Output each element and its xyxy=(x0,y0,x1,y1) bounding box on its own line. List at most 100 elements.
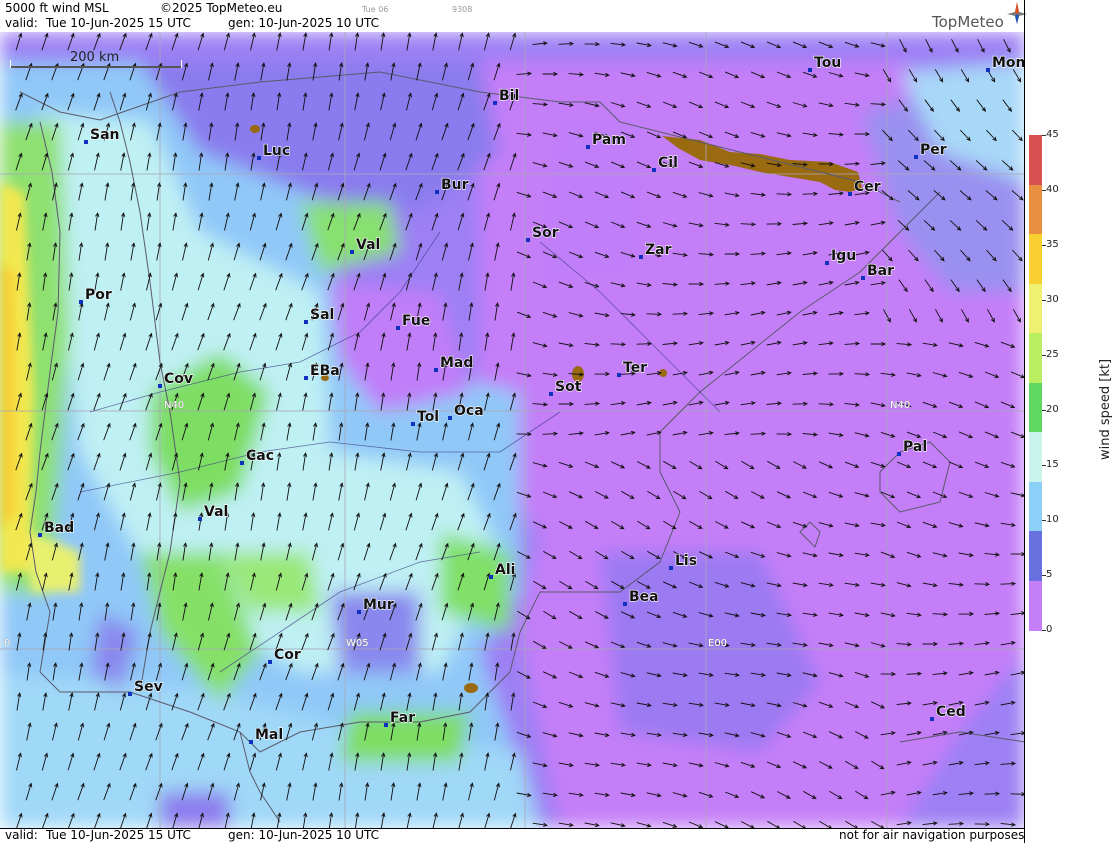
color-bar-segment xyxy=(1029,333,1042,383)
city-marker[interactable]: Cac xyxy=(240,447,275,465)
city-dot xyxy=(268,660,272,664)
city-dot xyxy=(930,717,934,721)
wind-speed-legend: 45 40 35 30 25 20 15 10 5 0 wind speed [kt] xyxy=(1026,129,1117,635)
city-dot xyxy=(897,452,901,456)
legend-tick-label: 20 xyxy=(1046,404,1059,415)
city-label: Sor xyxy=(532,225,559,241)
footer-valid-time: Tue 10-Jun-2025 15 UTC xyxy=(46,828,191,842)
city-label: Val xyxy=(204,504,228,520)
city-label: Far xyxy=(390,710,415,726)
city-label: Bil xyxy=(499,88,519,104)
city-label: Bea xyxy=(629,589,659,605)
city-dot xyxy=(586,145,590,149)
city-marker[interactable]: Mal xyxy=(249,726,284,744)
city-marker[interactable]: Bur xyxy=(435,176,469,194)
city-label: Cer xyxy=(854,179,881,195)
product-title: 5000 ft wind MSL xyxy=(5,1,109,15)
city-dot xyxy=(249,740,253,744)
city-label: Mal xyxy=(255,727,283,743)
city-label: Ced xyxy=(936,704,966,720)
city-dot xyxy=(652,168,656,172)
city-marker[interactable]: Bea xyxy=(623,588,659,606)
city-dot xyxy=(128,692,132,696)
city-dot xyxy=(861,276,865,280)
legend-tick-label: 25 xyxy=(1046,349,1059,360)
city-label: Cil xyxy=(658,155,678,171)
city-label: Fue xyxy=(402,313,430,329)
city-dot xyxy=(198,517,202,521)
city-label: Por xyxy=(85,287,112,303)
city-dot xyxy=(304,376,308,380)
city-label: Sot xyxy=(555,379,582,395)
city-dot xyxy=(396,326,400,330)
city-marker[interactable]: Mon xyxy=(986,54,1025,72)
city-marker[interactable]: Ced xyxy=(930,703,966,721)
city-label: Bad xyxy=(44,520,74,536)
scale-bar: 200 km xyxy=(10,50,182,68)
grid-label-n40-west: N40 xyxy=(164,400,184,411)
city-marker[interactable]: Mad xyxy=(434,354,474,372)
gen-time: gen: 10-Jun-2025 10 UTC xyxy=(228,16,380,30)
legend-tick-label: 40 xyxy=(1046,184,1059,195)
grid-label-e00: E00 xyxy=(708,638,727,649)
tiny-day-label: Tue 06 xyxy=(362,5,389,14)
city-dot xyxy=(669,566,673,570)
city-dot xyxy=(411,422,415,426)
city-label: Sal xyxy=(310,307,334,323)
city-label: Lis xyxy=(675,553,697,569)
city-label: Mur xyxy=(363,597,394,613)
valid-label: valid: xyxy=(5,16,38,30)
city-label: Cac xyxy=(246,448,274,464)
grid-label-n40-east: N40 xyxy=(890,400,910,411)
color-bar-segment xyxy=(1029,234,1042,284)
city-dot xyxy=(808,68,812,72)
color-bar-segment xyxy=(1029,283,1042,334)
city-dot xyxy=(38,533,42,537)
city-label: San xyxy=(90,127,120,143)
city-dot xyxy=(434,368,438,372)
city-dot xyxy=(350,250,354,254)
color-bar-segment xyxy=(1029,580,1042,631)
city-dot xyxy=(158,384,162,388)
grid-label-w05: W05 xyxy=(346,638,369,649)
city-marker[interactable]: Bad xyxy=(38,519,75,537)
color-bar-segment xyxy=(1029,184,1042,235)
city-label: Bur xyxy=(441,177,469,193)
city-marker[interactable]: Sev xyxy=(128,678,163,696)
color-bar-segment xyxy=(1029,382,1042,433)
legend-tick-label: 30 xyxy=(1046,294,1059,305)
city-marker[interactable]: Oca xyxy=(448,402,484,420)
grid-label-edge: 0 xyxy=(4,638,10,649)
legend-title: wind speed [kt] xyxy=(1098,358,1113,460)
city-dot xyxy=(84,140,88,144)
city-label: Tol xyxy=(417,409,439,425)
city-dot xyxy=(357,610,361,614)
city-label: Pal xyxy=(903,439,927,455)
city-label: Ali xyxy=(495,562,515,578)
wind-map[interactable]: N40 N40 W05 E00 0 Tou Mon Bil San Luc Pam Cil C… xyxy=(0,32,1025,828)
tiny-code-label: 9308 xyxy=(452,5,473,14)
footer-disclaimer: not for air navigation purposes xyxy=(839,828,1025,842)
city-label: Bar xyxy=(867,263,894,279)
topmeteo-logo[interactable]: TopMeteo xyxy=(932,13,1004,31)
city-dot xyxy=(848,192,852,196)
city-marker[interactable]: Pam xyxy=(586,131,627,149)
footer-gen-time: gen: 10-Jun-2025 10 UTC xyxy=(228,828,380,842)
city-label: Sev xyxy=(134,679,163,695)
city-marker[interactable]: Cov xyxy=(158,370,194,388)
color-bar-segment xyxy=(1029,135,1042,185)
city-label: Cor xyxy=(274,647,301,663)
compass-star-icon xyxy=(1007,2,1027,24)
city-label: Cov xyxy=(164,371,193,387)
city-dot xyxy=(617,373,621,377)
city-marker[interactable]: Mur xyxy=(357,596,394,614)
legend-tick-label: 10 xyxy=(1046,514,1059,525)
city-marker[interactable]: Fue xyxy=(396,312,431,330)
city-label: Tou xyxy=(814,55,841,71)
wind-speed-field xyxy=(0,32,1025,828)
city-dot xyxy=(489,575,493,579)
color-bar-segment xyxy=(1029,432,1042,482)
legend-tick-label: 45 xyxy=(1046,129,1059,140)
city-marker[interactable]: EBa xyxy=(304,362,340,380)
city-marker[interactable]: San xyxy=(84,126,120,144)
